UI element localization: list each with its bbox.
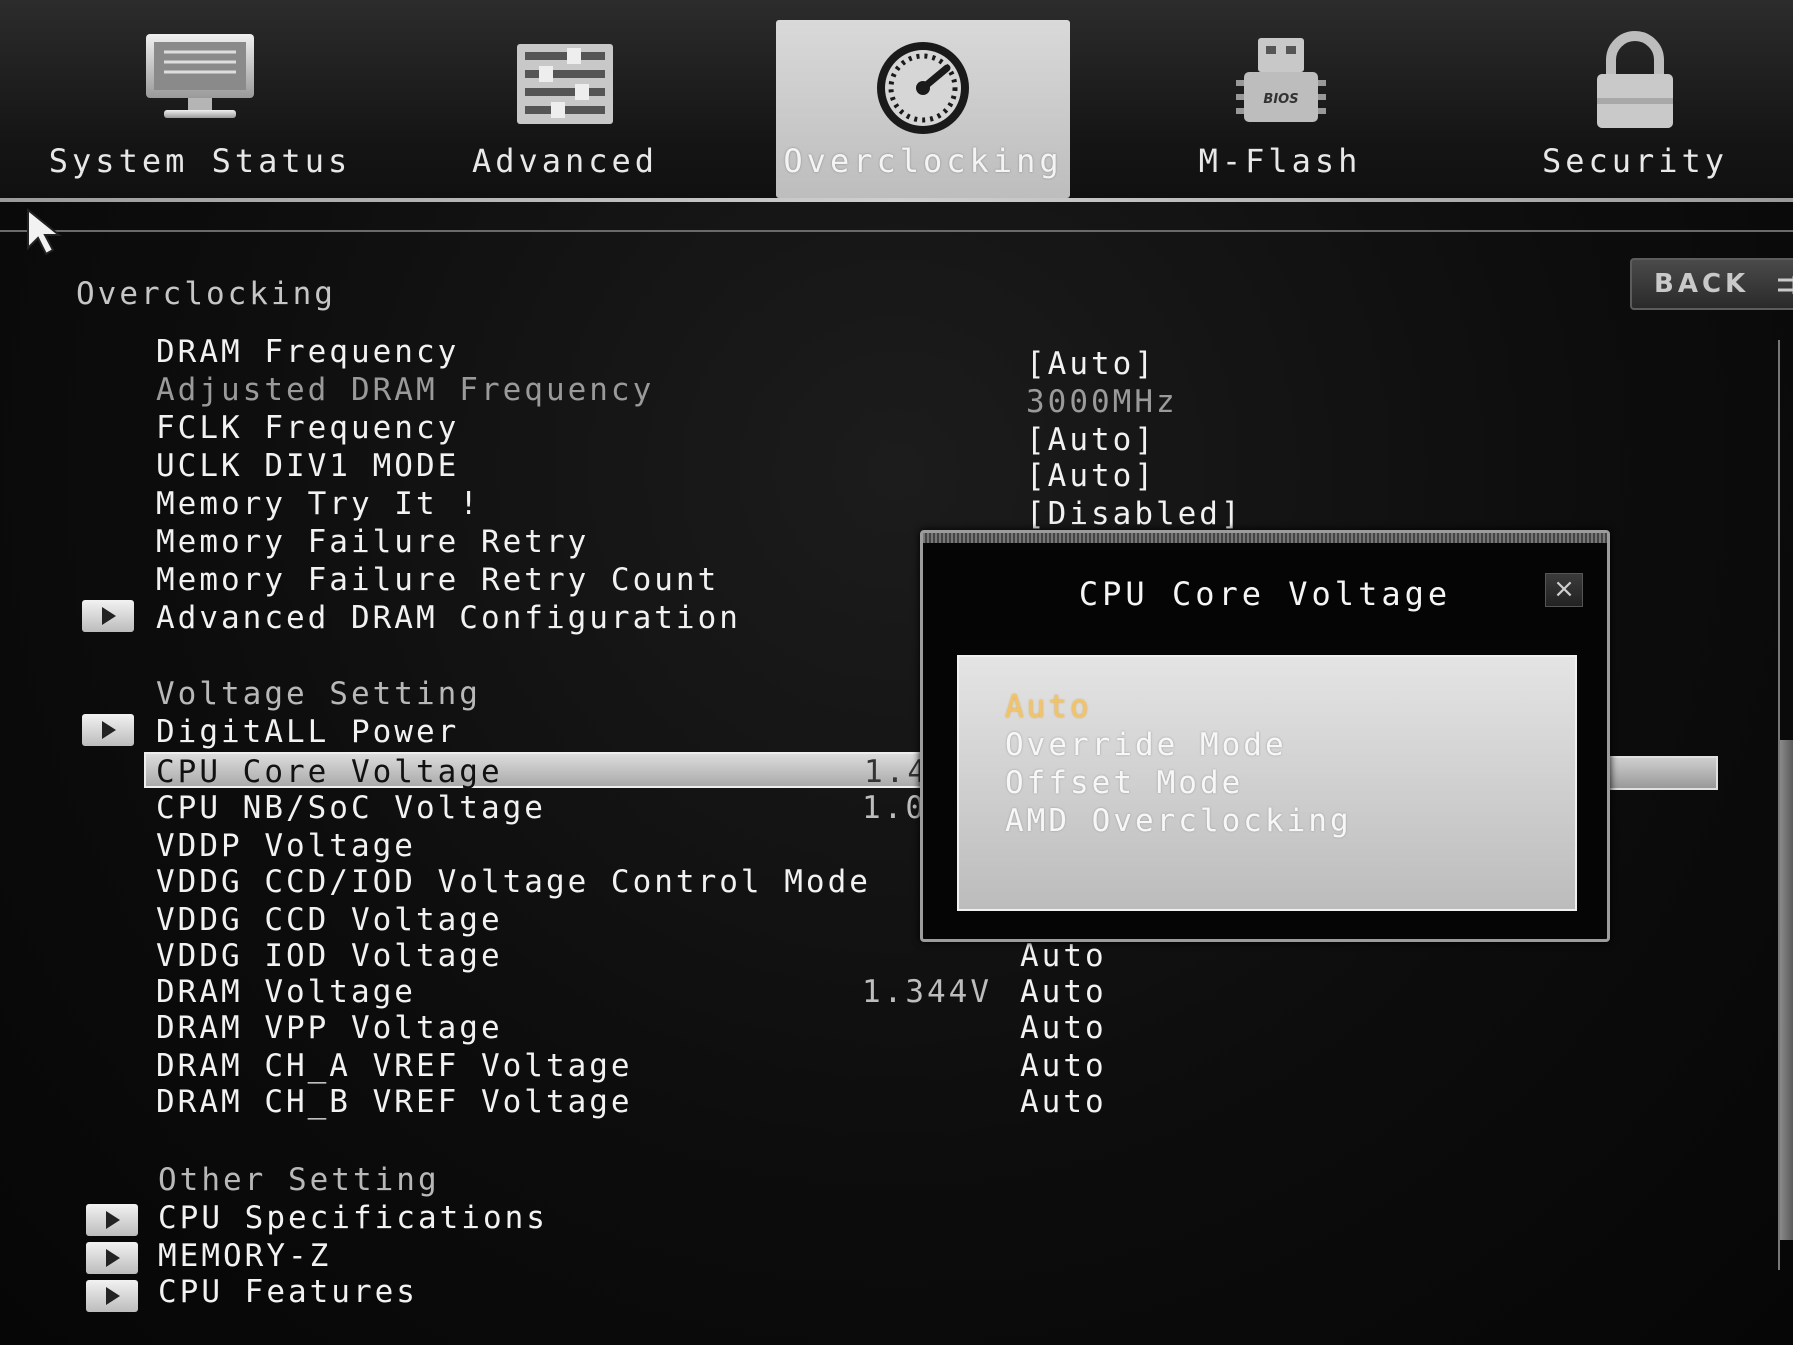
setting-label: Memory Failure Retry (156, 524, 590, 560)
bios-chip-icon: BIOS (1236, 38, 1326, 122)
setting-row-dram-vpp-voltage[interactable]: DRAM VPP Voltage Auto (150, 1010, 1710, 1046)
tab-system-status[interactable]: System Status (40, 20, 360, 198)
setting-label: CPU NB/SoC Voltage (156, 790, 546, 826)
setting-value: Auto (1020, 938, 1107, 974)
back-label: BACK (1654, 269, 1750, 299)
back-button[interactable]: BACK (1630, 258, 1793, 310)
tab-m-flash[interactable]: BIOS M-Flash (1130, 20, 1430, 198)
option-offset-mode[interactable]: Offset Mode (1005, 765, 1243, 801)
setting-value: Auto (1020, 1010, 1107, 1046)
scrollbar-thumb[interactable] (1780, 740, 1793, 1240)
monitor-icon (146, 34, 254, 118)
setting-label: UCLK DIV1 MODE (156, 448, 460, 484)
setting-row-dram-ch-b-vref-voltage[interactable]: DRAM CH_B VREF Voltage Auto (150, 1084, 1710, 1120)
setting-row-dram-voltage[interactable]: DRAM Voltage 1.344V Auto (150, 974, 1710, 1010)
close-button[interactable]: × (1545, 573, 1583, 607)
tab-label: Security (1541, 142, 1729, 180)
setting-label: DRAM Frequency (156, 334, 460, 370)
setting-row-cpu-core-voltage[interactable]: CPU Core Voltage 1.4 (144, 752, 944, 790)
scrollbar[interactable] (1778, 340, 1793, 1270)
submenu-arrow-icon (86, 1242, 138, 1274)
submenu-arrow-icon (86, 1280, 138, 1312)
setting-label: CPU Core Voltage (156, 754, 503, 790)
setting-label: FCLK Frequency (156, 410, 460, 446)
tab-overclocking[interactable]: Overclocking (776, 20, 1070, 198)
option-amd-overclocking[interactable]: AMD Overclocking (1005, 803, 1352, 839)
setting-label: MEMORY-Z (158, 1238, 332, 1274)
top-nav-bar: System Status Advanced Overclocking BIOS… (0, 0, 1793, 200)
tab-label: M-Flash (1198, 142, 1362, 180)
tab-label: Advanced (471, 142, 659, 180)
setting-row-cpu-features[interactable]: CPU Features (150, 1274, 1710, 1310)
cpu-core-voltage-dialog: CPU Core Voltage × Auto Override Mode Of… (920, 530, 1610, 942)
setting-label: VDDG CCD Voltage (156, 902, 503, 938)
current-voltage: 1.0 (862, 790, 927, 826)
setting-row-memory-z[interactable]: MEMORY-Z (150, 1238, 1710, 1274)
setting-row-adjusted-dram-frequency: Adjusted DRAM Frequency 3000MHz (150, 372, 1710, 420)
page-title: Overclocking (76, 276, 336, 312)
tab-advanced[interactable]: Advanced (410, 20, 720, 198)
bios-screen: System Status Advanced Overclocking BIOS… (0, 0, 1793, 1345)
setting-value: Auto (1020, 1084, 1107, 1120)
setting-label: CPU Features (158, 1274, 418, 1310)
setting-label: Memory Failure Retry Count (156, 562, 720, 598)
option-list: Auto Override Mode Offset Mode AMD Overc… (957, 655, 1577, 911)
setting-label: VDDG CCD/IOD Voltage Control Mode (156, 864, 871, 900)
setting-label: DRAM CH_A VREF Voltage (156, 1048, 633, 1084)
setting-label: Adjusted DRAM Frequency (156, 372, 655, 408)
setting-row-cpu-specifications[interactable]: CPU Specifications (150, 1200, 1710, 1236)
submenu-arrow-icon (82, 714, 134, 746)
submenu-arrow-icon (86, 1204, 138, 1236)
setting-value: Auto (1020, 974, 1107, 1010)
nav-divider (0, 230, 1793, 232)
setting-row-fclk-frequency[interactable]: FCLK Frequency [Auto] (150, 410, 1710, 458)
setting-row-vddg-iod-voltage[interactable]: VDDG IOD Voltage Auto (150, 938, 1710, 974)
selection-bar-extension (1600, 756, 1718, 790)
setting-row-dram-frequency[interactable]: DRAM Frequency [Auto] (150, 334, 1710, 382)
voltage-setting-heading: Voltage Setting (156, 676, 481, 712)
setting-value: Auto (1020, 1048, 1107, 1084)
setting-label: VDDG IOD Voltage (156, 938, 503, 974)
nav-divider (0, 198, 1793, 202)
padlock-icon (1597, 31, 1673, 128)
setting-label: CPU Specifications (158, 1200, 548, 1236)
tab-security[interactable]: Security (1490, 20, 1780, 198)
setting-label: DRAM Voltage (156, 974, 416, 1010)
setting-label: DRAM CH_B VREF Voltage (156, 1084, 633, 1120)
option-override-mode[interactable]: Override Mode (1005, 727, 1287, 763)
setting-label: DRAM VPP Voltage (156, 1010, 503, 1046)
option-auto[interactable]: Auto (1005, 689, 1092, 725)
other-setting-heading: Other Setting (158, 1162, 440, 1198)
setting-row-memory-try-it[interactable]: Memory Try It ! [Disabled] (150, 486, 1710, 532)
speedometer-icon (877, 42, 969, 134)
dialog-title: CPU Core Voltage (1078, 575, 1452, 613)
sliders-icon (517, 44, 613, 124)
dialog-top-strip (923, 533, 1607, 543)
setting-row-uclk-div1-mode[interactable]: UCLK DIV1 MODE [Auto] (150, 448, 1710, 494)
submenu-arrow-icon (82, 600, 134, 632)
mouse-pointer-icon (27, 208, 62, 256)
setting-row-dram-ch-a-vref-voltage[interactable]: DRAM CH_A VREF Voltage Auto (150, 1048, 1710, 1084)
setting-label: DigitALL Power (156, 714, 460, 750)
setting-label: Memory Try It ! (156, 486, 481, 522)
tab-label: System Status (48, 142, 352, 180)
setting-label: VDDP Voltage (156, 828, 416, 864)
setting-label: Advanced DRAM Configuration (156, 600, 741, 636)
svg-text:BIOS: BIOS (1263, 92, 1298, 107)
current-voltage: 1.344V (862, 974, 992, 1010)
back-arrow-icon (1778, 276, 1793, 294)
tab-label: Overclocking (783, 142, 1063, 180)
